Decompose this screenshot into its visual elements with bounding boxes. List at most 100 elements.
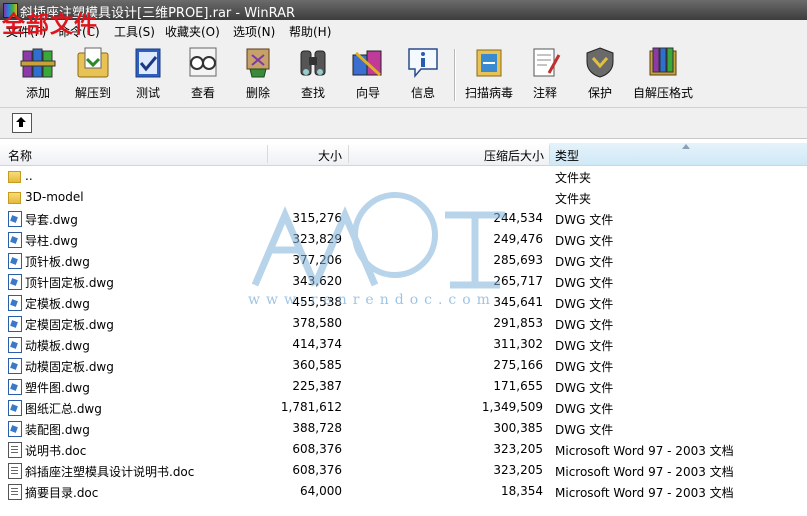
file-row[interactable]: 动模板.dwg 414,374 311,302 DWG 文件 bbox=[0, 334, 807, 355]
dwg-file-icon bbox=[8, 379, 22, 395]
file-row[interactable]: 3D-model 文件夹 bbox=[0, 187, 807, 208]
file-row[interactable]: 动模固定板.dwg 360,585 275,166 DWG 文件 bbox=[0, 355, 807, 376]
file-row[interactable]: .. 文件夹 bbox=[0, 166, 807, 187]
up-one-level-button[interactable] bbox=[12, 113, 32, 133]
file-name: 顶针板.dwg bbox=[25, 255, 90, 269]
dwg-file-icon bbox=[8, 337, 22, 353]
menu-options[interactable]: 选项(N) bbox=[233, 23, 275, 40]
dwg-file-icon bbox=[8, 358, 22, 374]
dwg-file-icon bbox=[8, 421, 22, 437]
doc-file-icon bbox=[8, 484, 22, 500]
add-books-icon bbox=[20, 48, 56, 78]
dwg-file-icon bbox=[8, 211, 22, 227]
column-name[interactable]: 名称 bbox=[8, 147, 32, 164]
sfx-box-icon bbox=[649, 47, 677, 76]
view-label: 查看 bbox=[190, 86, 215, 100]
add-label: 添加 bbox=[25, 86, 50, 100]
file-row[interactable]: 定模固定板.dwg 378,580 291,853 DWG 文件 bbox=[0, 313, 807, 334]
scan-virus-icon bbox=[476, 49, 502, 77]
column-divider[interactable] bbox=[267, 145, 268, 163]
address-bar bbox=[0, 108, 807, 139]
test-label: 测试 bbox=[135, 86, 160, 100]
extract-to-button[interactable]: 解压到 bbox=[65, 43, 121, 105]
dwg-file-icon bbox=[8, 253, 22, 269]
file-list: .. 文件夹 3D-model 文件夹 导套.dwg 315,276 244,534 DW… bbox=[0, 166, 807, 502]
file-type: Microsoft Word 97 - 2003 文档 bbox=[555, 444, 734, 458]
file-type: Microsoft Word 97 - 2003 文档 bbox=[555, 486, 734, 500]
add-button[interactable]: 添加 bbox=[10, 43, 66, 105]
extract-folder-icon bbox=[77, 47, 109, 78]
file-row[interactable]: 斜插座注塑模具设计说明书.doc 608,376 323,205 Microsoft … bbox=[0, 460, 807, 481]
file-type: DWG 文件 bbox=[555, 318, 614, 332]
comment-button[interactable]: 注释 bbox=[517, 43, 573, 105]
file-row[interactable]: 导柱.dwg 323,829 249,476 DWG 文件 bbox=[0, 229, 807, 250]
delete-label: 删除 bbox=[245, 86, 270, 100]
delete-recycle-icon bbox=[246, 48, 270, 78]
wizard-button[interactable]: 向导 bbox=[340, 43, 396, 105]
dwg-file-icon bbox=[8, 316, 22, 332]
scan-virus-button[interactable]: 扫描病毒 bbox=[460, 43, 518, 105]
file-name: 3D-model bbox=[25, 190, 84, 204]
toolbar-separator bbox=[454, 49, 456, 101]
file-size: 608,376 bbox=[292, 463, 342, 477]
file-row[interactable]: 顶针板.dwg 377,206 285,693 DWG 文件 bbox=[0, 250, 807, 271]
info-label: 信息 bbox=[410, 86, 435, 100]
file-size: 1,781,612 bbox=[280, 400, 342, 414]
view-glasses-icon bbox=[189, 47, 217, 77]
menu-help[interactable]: 帮助(H) bbox=[289, 23, 331, 40]
menu-favorites[interactable]: 收藏夹(O) bbox=[165, 23, 220, 40]
doc-file-icon bbox=[8, 463, 22, 479]
file-row[interactable]: 摘要目录.doc 64,000 18,354 Microsoft Word 97 - … bbox=[0, 481, 807, 502]
title-bar[interactable]: 斜插座注塑模具设计[三维PROE].rar - WinRAR bbox=[0, 0, 807, 21]
folder-icon bbox=[8, 171, 21, 183]
file-name: 图纸汇总.dwg bbox=[25, 402, 102, 416]
file-packed-size: 300,385 bbox=[493, 421, 543, 435]
toolbar: 添加 解压到 测试 查看 删除 查找 向导 信息 扫描病毒 注释 保护 自解压格… bbox=[0, 41, 807, 108]
file-row[interactable]: 导套.dwg 315,276 244,534 DWG 文件 bbox=[0, 208, 807, 229]
file-name: 导套.dwg bbox=[25, 213, 78, 227]
info-button[interactable]: 信息 bbox=[395, 43, 451, 105]
wizard-label: 向导 bbox=[355, 86, 380, 100]
file-row[interactable]: 塑件图.dwg 225,387 171,655 DWG 文件 bbox=[0, 376, 807, 397]
column-type[interactable]: 类型 bbox=[555, 147, 579, 164]
sfx-button[interactable]: 自解压格式 bbox=[630, 43, 696, 105]
file-type: DWG 文件 bbox=[555, 339, 614, 353]
protect-label: 保护 bbox=[587, 86, 612, 100]
overlay-caption: 全部文件 bbox=[2, 11, 98, 38]
extract-to-label: 解压到 bbox=[74, 86, 111, 100]
column-divider[interactable] bbox=[549, 145, 550, 163]
find-button[interactable]: 查找 bbox=[285, 43, 341, 105]
file-name: 动模板.dwg bbox=[25, 339, 90, 353]
file-type: DWG 文件 bbox=[555, 360, 614, 374]
file-type: DWG 文件 bbox=[555, 381, 614, 395]
file-row[interactable]: 说明书.doc 608,376 323,205 Microsoft Word 97 -… bbox=[0, 439, 807, 460]
protect-button[interactable]: 保护 bbox=[572, 43, 628, 105]
wizard-icon bbox=[352, 50, 382, 77]
file-name: 装配图.dwg bbox=[25, 423, 90, 437]
test-button[interactable]: 测试 bbox=[120, 43, 176, 105]
comment-icon bbox=[533, 48, 561, 77]
file-row[interactable]: 图纸汇总.dwg 1,781,612 1,349,509 DWG 文件 bbox=[0, 397, 807, 418]
info-icon bbox=[408, 48, 438, 79]
file-row[interactable]: 顶针固定板.dwg 343,620 265,717 DWG 文件 bbox=[0, 271, 807, 292]
menu-tools[interactable]: 工具(S) bbox=[114, 23, 155, 40]
delete-button[interactable]: 删除 bbox=[230, 43, 286, 105]
file-packed-size: 291,853 bbox=[493, 316, 543, 330]
find-label: 查找 bbox=[300, 86, 325, 100]
file-packed-size: 244,534 bbox=[493, 211, 543, 225]
file-packed-size: 249,476 bbox=[493, 232, 543, 246]
file-type: DWG 文件 bbox=[555, 297, 614, 311]
scan-virus-label: 扫描病毒 bbox=[464, 86, 513, 100]
view-button[interactable]: 查看 bbox=[175, 43, 231, 105]
column-divider[interactable] bbox=[348, 145, 349, 163]
column-size[interactable]: 大小 bbox=[318, 147, 342, 164]
file-packed-size: 285,693 bbox=[493, 253, 543, 267]
file-packed-size: 171,655 bbox=[493, 379, 543, 393]
file-row[interactable]: 装配图.dwg 388,728 300,385 DWG 文件 bbox=[0, 418, 807, 439]
file-packed-size: 265,717 bbox=[493, 274, 543, 288]
sort-ascending-icon bbox=[682, 144, 690, 149]
file-type: DWG 文件 bbox=[555, 402, 614, 416]
file-size: 315,276 bbox=[292, 211, 342, 225]
column-packed[interactable]: 压缩后大小 bbox=[484, 147, 544, 164]
file-size: 388,728 bbox=[292, 421, 342, 435]
